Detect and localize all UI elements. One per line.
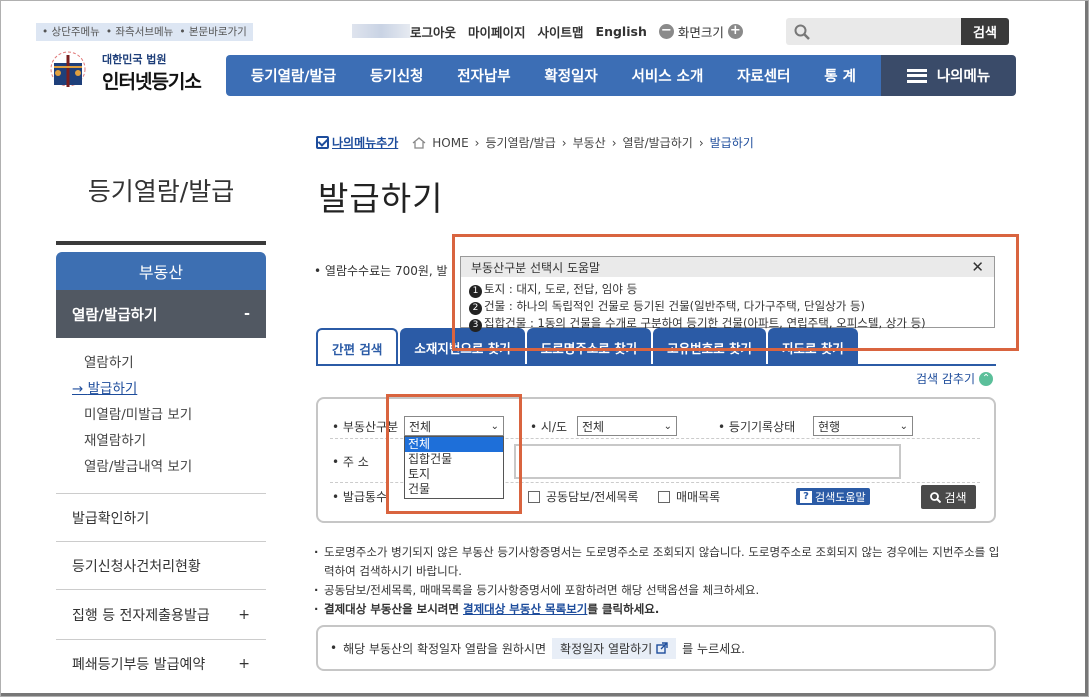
tab-underline bbox=[316, 364, 996, 366]
sido-select[interactable]: 전체 ⌄ bbox=[577, 416, 677, 436]
sidebar-subitem[interactable]: 열람/발급내역 보기 bbox=[56, 454, 266, 480]
nav-item[interactable]: 전자납부 bbox=[457, 65, 510, 86]
search-help-button[interactable]: ? 검색도움말 bbox=[796, 488, 870, 505]
mypage-link[interactable]: 마이페이지 bbox=[468, 22, 526, 41]
external-link-icon bbox=[656, 642, 668, 654]
english-link[interactable]: English bbox=[596, 24, 647, 39]
sidebar-section-header[interactable]: 부동산 bbox=[56, 252, 266, 290]
expand-icon: + bbox=[238, 656, 250, 672]
site-search: 검색 bbox=[786, 18, 1009, 45]
sidebar-item[interactable]: 폐쇄등기부등 발급예약 + bbox=[56, 640, 266, 688]
chevron-down-icon: ⌄ bbox=[663, 420, 672, 432]
hamburger-icon bbox=[906, 68, 927, 83]
screen-size-label: 화면크기 bbox=[677, 24, 724, 40]
sidebar-item[interactable]: 발급확인하기 bbox=[56, 494, 266, 542]
chevron-up-icon: ⌃ bbox=[979, 371, 994, 386]
nav-item[interactable]: 확정일자 bbox=[544, 65, 597, 86]
checkbox-icon bbox=[316, 136, 329, 149]
nav-item[interactable]: 자료센터 bbox=[737, 65, 790, 86]
crumb-item[interactable]: 열람/발급하기 bbox=[623, 134, 693, 151]
sale-list-option[interactable]: 매매목록 bbox=[658, 488, 720, 505]
payment-list-link[interactable]: 결제대상 부동산 목록보기 bbox=[463, 602, 587, 616]
form-search-button[interactable]: 검색 bbox=[921, 485, 976, 509]
breadcrumb: 나의메뉴추가 HOME › 등기열람/발급 › 부동산 › 열람/발급하기 › 발급하기 bbox=[316, 134, 754, 151]
address-label: • 주 소 bbox=[332, 455, 369, 469]
search-icon bbox=[794, 24, 810, 40]
sidebar-item[interactable]: 등기신청사건처리현황 bbox=[56, 542, 266, 590]
notice-item: 공동담보/전세목록, 매매목록을 등기사항증명서에 포함하려면 해당 선택옵션을… bbox=[314, 581, 1004, 600]
my-menu-label: 나의메뉴 bbox=[936, 69, 991, 85]
page-title: 발급하기 bbox=[318, 179, 444, 218]
nav-item[interactable]: 통 계 bbox=[824, 65, 856, 86]
skip-link[interactable]: • 상단주메뉴 bbox=[42, 23, 100, 41]
fee-notice: • 열람수수료는 700원, 발 bbox=[314, 264, 448, 278]
tab-simple-search[interactable]: 간편 검색 bbox=[316, 328, 399, 366]
highlight-box-popup bbox=[452, 234, 1019, 351]
nav-item[interactable]: 등기신청 bbox=[370, 65, 423, 86]
crumb-item[interactable]: 부동산 bbox=[573, 134, 606, 151]
count-label: • 발급통수 bbox=[332, 490, 388, 504]
search-icon bbox=[930, 491, 942, 503]
sidebar-item-active[interactable]: 열람/발급하기 - bbox=[56, 290, 266, 338]
sidebar-item[interactable]: 집행 등 전자제출용발급 + bbox=[56, 590, 266, 640]
question-icon: ? bbox=[800, 490, 812, 503]
sidebar-subitem[interactable]: 재열람하기 bbox=[56, 428, 266, 454]
notice-item: 도로명주소가 병기되지 않은 부동산 등기사항증명서는 도로명주소로 조회되지 … bbox=[314, 543, 1004, 581]
add-my-menu-link[interactable]: 나의메뉴추가 bbox=[316, 134, 398, 151]
skip-link[interactable]: • 본문바로가기 bbox=[179, 23, 247, 41]
sidebar-subitem[interactable]: 미열람/미발급 보기 bbox=[56, 402, 266, 428]
sidebar-submenu: 열람하기 → 발급하기 미열람/미발급 보기 재열람하기 열람/발급내역 보기 bbox=[56, 338, 266, 494]
collapse-icon: - bbox=[243, 306, 250, 322]
sale-list-checkbox[interactable] bbox=[658, 490, 670, 503]
court-seal-icon bbox=[50, 51, 86, 87]
sidebar-subitem-current[interactable]: → 발급하기 bbox=[56, 376, 266, 402]
skip-links: • 상단주메뉴 • 좌측서브메뉴 • 본문바로가기 bbox=[36, 23, 253, 41]
crumb-current: 발급하기 bbox=[709, 136, 754, 150]
zoom-in-icon[interactable]: + bbox=[727, 23, 743, 39]
my-menu-button[interactable]: 나의메뉴 bbox=[881, 55, 1016, 96]
sidebar-divider bbox=[56, 241, 266, 245]
sidebar-item-label: 열람/발급하기 bbox=[72, 307, 158, 324]
sidebar-title: 등기열람/발급 bbox=[87, 177, 235, 206]
highlight-box-dropdown bbox=[386, 394, 522, 514]
logo-subtitle: 대한민국 법원 bbox=[102, 52, 167, 66]
search-button[interactable]: 검색 bbox=[961, 18, 1009, 45]
hide-search-toggle[interactable]: 검색 감추기 ⌃ bbox=[916, 370, 994, 387]
home-icon bbox=[412, 136, 426, 149]
fixed-date-view-button[interactable]: 확정일자 열람하기 bbox=[552, 637, 677, 659]
sidebar-subitem[interactable]: 열람하기 bbox=[56, 350, 266, 376]
address-input[interactable] bbox=[514, 444, 901, 479]
sitemap-link[interactable]: 사이트맵 bbox=[538, 22, 584, 41]
site-logo[interactable]: 대한민국 법원 인터넷등기소 bbox=[40, 47, 202, 97]
sido-label: • 시/도 bbox=[530, 420, 568, 434]
nav-item[interactable]: 서비스 소개 bbox=[632, 65, 704, 86]
expand-icon: + bbox=[238, 606, 250, 623]
screen-size-control: − 화면크기 + bbox=[658, 22, 743, 41]
record-status-select[interactable]: 현행 ⌄ bbox=[813, 416, 913, 436]
skip-link[interactable]: • 좌측서브메뉴 bbox=[106, 23, 174, 41]
status-label: • 등기기록상태 bbox=[718, 420, 796, 434]
main-nav: 등기열람/발급 등기신청 전자납부 확정일자 서비스 소개 자료센터 통 계 bbox=[226, 55, 881, 96]
joint-collateral-option[interactable]: 공동담보/전세목록 bbox=[528, 488, 638, 505]
notice-list: 도로명주소가 병기되지 않은 부동산 등기사항증명서는 도로명주소로 조회되지 … bbox=[314, 543, 1004, 619]
fixed-date-info: • 해당 부동산의 확정일자 열람을 원하시면 확정일자 열람하기 를 누르세요. bbox=[316, 625, 996, 671]
joint-collateral-checkbox[interactable] bbox=[528, 490, 540, 503]
user-name-redacted bbox=[352, 24, 410, 38]
notice-item: 결제대상 부동산을 보시려면 결제대상 부동산 목록보기를 클릭하세요. bbox=[314, 600, 1004, 619]
zoom-out-icon[interactable]: − bbox=[658, 23, 674, 39]
nav-item[interactable]: 등기열람/발급 bbox=[251, 65, 336, 86]
crumb-item[interactable]: HOME bbox=[432, 136, 468, 150]
utility-menu: 로그아웃 마이페이지 사이트맵 English − 화면크기 + bbox=[352, 22, 743, 40]
search-input[interactable] bbox=[786, 18, 961, 45]
crumb-item[interactable]: 등기열람/발급 bbox=[485, 134, 555, 151]
logo-title: 인터넷등기소 bbox=[102, 70, 202, 93]
logout-link[interactable]: 로그아웃 bbox=[410, 22, 456, 41]
chevron-down-icon: ⌄ bbox=[899, 420, 908, 432]
